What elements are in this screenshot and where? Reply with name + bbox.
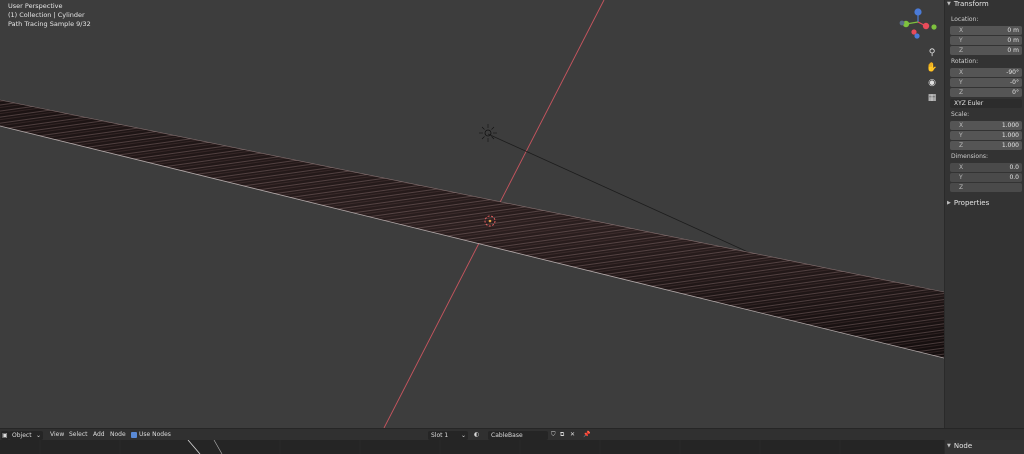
zoom-icon[interactable]: ⚲ — [925, 46, 939, 60]
scale-x-field[interactable]: X 1.000 — [950, 121, 1022, 130]
location-y-field[interactable]: Y0 m — [950, 36, 1022, 45]
scale-z-field[interactable]: Z 1.000 — [950, 141, 1022, 150]
expand-triangle-icon: ▶ — [947, 200, 951, 206]
collapse-triangle-icon: ▼ — [947, 443, 951, 449]
navigation-gizmo[interactable] — [896, 6, 940, 46]
cable-strands — [0, 100, 944, 358]
node-sidebar[interactable]: ▼ Node — [944, 440, 1024, 454]
viewport-perspective-label: User Perspective — [8, 2, 63, 10]
scale-label: Scale: — [951, 111, 970, 118]
rotation-label: Rotation: — [951, 58, 979, 65]
viewport-collection-label: (1) Collection | Cylinder — [8, 11, 85, 19]
cable-top-edge — [0, 99, 944, 293]
node-editor-canvas[interactable] — [0, 440, 944, 454]
cable-edge-highlight — [0, 125, 944, 359]
3d-viewport[interactable]: User Perspective (1) Collection | Cylind… — [0, 0, 944, 428]
location-label: Location: — [951, 16, 979, 23]
material-name-field[interactable]: CableBase — [488, 430, 548, 440]
node-editor-header[interactable]: ▣ Object ⌄ View Select Add Node Use Nodes… — [0, 428, 1024, 440]
sun-light-icon[interactable] — [479, 124, 497, 142]
chevron-down-icon: ⌄ — [460, 431, 466, 439]
dimensions-y-field[interactable]: Y 0.0 — [950, 173, 1022, 182]
collapse-triangle-icon: ▼ — [947, 1, 951, 7]
gizmo-z-icon — [914, 8, 922, 16]
properties-panel-header[interactable]: ▶ Properties — [947, 199, 989, 207]
rotation-x-field[interactable]: X -90° — [950, 68, 1022, 77]
rotation-mode-dropdown[interactable]: XYZ Euler — [950, 99, 1022, 108]
scale-y-field[interactable]: Y 1.000 — [950, 131, 1022, 140]
hand-icon[interactable]: ✋ — [925, 61, 939, 75]
chevron-down-icon: ⌄ — [35, 431, 41, 439]
rotation-z-field[interactable]: Z 0° — [950, 88, 1022, 97]
node-grid — [39, 440, 841, 454]
viewport-scene[interactable] — [0, 0, 944, 428]
dimensions-z-field[interactable]: Z — [950, 183, 1022, 192]
rotation-y-field[interactable]: Y -0° — [950, 78, 1022, 87]
mode-dropdown[interactable]: Object ⌄ — [9, 430, 43, 440]
n-panel-sidebar[interactable]: ▼ Transform Location: X0 m Y0 m Z0 m Rota… — [944, 0, 1024, 428]
grid-icon[interactable]: ▦ — [925, 91, 939, 105]
node-panel-header[interactable]: ▼ Node — [947, 442, 972, 450]
location-z-field[interactable]: Z0 m — [950, 46, 1022, 55]
dimensions-label: Dimensions: — [951, 153, 989, 160]
camera-icon[interactable]: ◉ — [925, 76, 939, 90]
slot-dropdown[interactable]: Slot 1 ⌄ — [428, 430, 468, 440]
location-x-field[interactable]: X0 m — [950, 26, 1022, 35]
dimensions-x-field[interactable]: X 0.0 — [950, 163, 1022, 172]
gizmo-x-icon — [922, 22, 930, 30]
editor-type-dropdown[interactable]: ▣ — [1, 430, 9, 440]
use-nodes-checkbox[interactable] — [131, 432, 137, 438]
render-status-label: Path Tracing Sample 9/32 — [8, 20, 91, 28]
transform-panel-header[interactable]: ▼ Transform — [947, 0, 989, 8]
